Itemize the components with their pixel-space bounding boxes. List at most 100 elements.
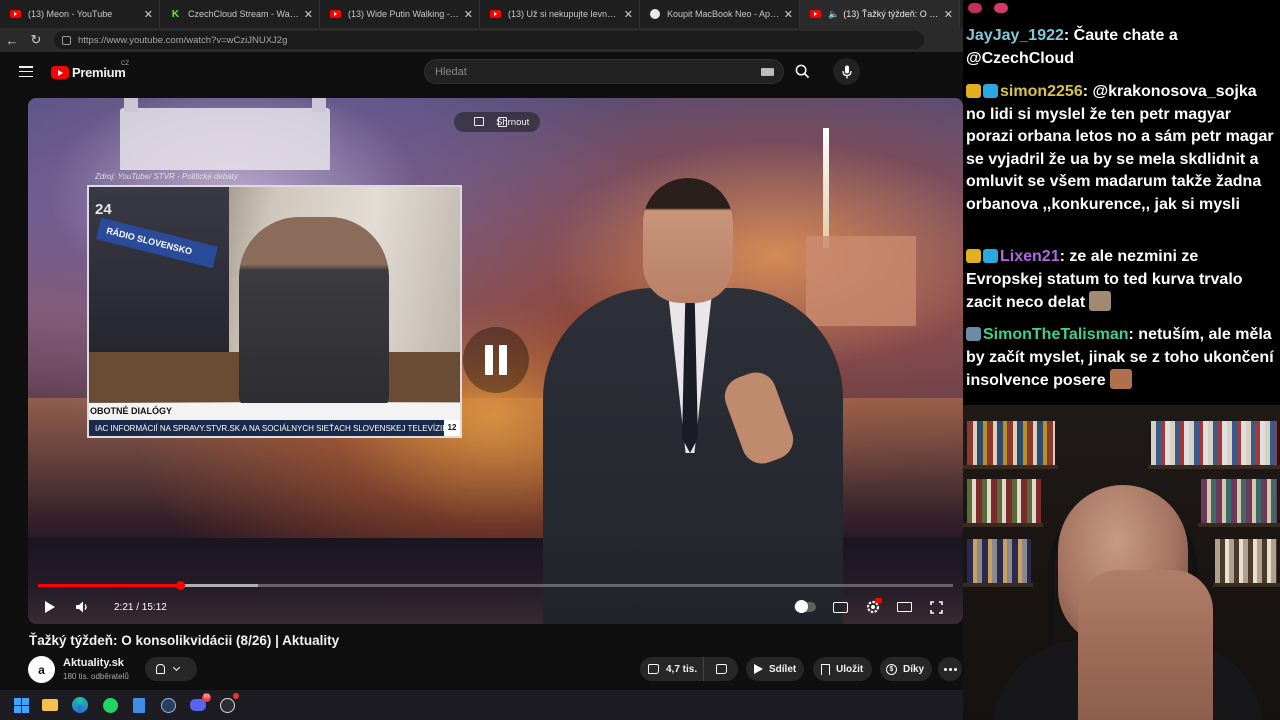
save-icon: [821, 663, 830, 675]
share-button[interactable]: Sdílet: [746, 657, 804, 681]
browser-tab[interactable]: K CzechCloud Stream - Watch Live o ✕: [160, 0, 320, 28]
emote-icon: [1109, 369, 1132, 389]
youtube-premium-logo[interactable]: Premium CZ: [51, 61, 129, 80]
obs-icon[interactable]: [217, 693, 239, 715]
site-info-icon[interactable]: [62, 35, 71, 45]
emote-icon: [1089, 291, 1112, 311]
tab-title: (13) Ťažký týždeň: O konsolik: [843, 9, 940, 19]
browser-tab-active[interactable]: 🔈 (13) Ťažký týždeň: O konsolik ✕: [800, 0, 960, 28]
pause-icon[interactable]: [463, 327, 529, 393]
edge-browser-icon[interactable]: [70, 695, 90, 715]
url-field[interactable]: https://www.youtube.com/watch?v=wCziJNUX…: [54, 31, 924, 49]
progress-bar[interactable]: [38, 581, 953, 590]
microphone-icon: [841, 65, 852, 78]
like-dislike-group: 4,7 tis.: [640, 657, 738, 681]
discord-notification-badge: 99: [202, 693, 211, 702]
video-player[interactable]: Zdroj: YouTube/ STVR - Politické debaty …: [28, 98, 963, 624]
chat-username[interactable]: JayJay_1922: [966, 27, 1064, 44]
windows-icon: [13, 697, 29, 713]
sub-badge-icon: [966, 327, 981, 341]
save-button[interactable]: Uložit: [813, 657, 872, 681]
player-controls: 2:21 / 15:12: [28, 590, 963, 624]
chat-username[interactable]: Lixen21: [1000, 248, 1060, 265]
tab-close-icon[interactable]: ✕: [784, 8, 793, 21]
browser-tab[interactable]: (13) Meon - YouTube ✕: [0, 0, 160, 28]
bell-icon: [156, 664, 165, 674]
spotify-icon[interactable]: [100, 695, 120, 715]
youtube-icon: [330, 10, 341, 18]
address-bar: ← ↻ https://www.youtube.com/watch?v=wCzi…: [0, 28, 963, 52]
browser-tab[interactable]: (13) Už si nekupujte levné Window ✕: [480, 0, 640, 28]
tab-title: (13) Wide Putin Walking - YouTube: [348, 9, 460, 19]
streamer-webcam: [963, 405, 1280, 720]
subscriber-count: 180 tis. odběratelů: [63, 672, 129, 681]
tab-close-icon[interactable]: ✕: [144, 8, 153, 21]
inset-lower-third: OBOTNÉ DIALÓGY IAC INFORMÁCIÍ NA SPRAVY.…: [89, 403, 460, 436]
emote-icon: [968, 3, 982, 13]
autoplay-toggle[interactable]: [794, 596, 816, 618]
gift-badge-icon: [983, 249, 998, 263]
search-input[interactable]: Hledat: [424, 59, 784, 84]
youtube-icon: [490, 10, 501, 18]
browser-tab[interactable]: (13) Wide Putin Walking - YouTube ✕: [320, 0, 480, 28]
youtube-icon: [10, 10, 21, 18]
tab-close-icon[interactable]: ✕: [624, 8, 633, 21]
thanks-button[interactable]: $ Díky: [880, 657, 932, 681]
fullscreen-icon[interactable]: [928, 596, 944, 618]
recording-indicator: [233, 693, 239, 699]
start-button[interactable]: [11, 695, 31, 715]
search-placeholder: Hledat: [435, 65, 467, 78]
inset-source-caption: Zdroj: YouTube/ STVR - Politické debaty: [95, 172, 238, 181]
tab-title: (13) Už si nekupujte levné Window: [508, 9, 620, 19]
channel-avatar[interactable]: a: [28, 656, 55, 683]
summary-button[interactable]: Shrnout: [454, 112, 540, 132]
tab-close-icon[interactable]: ✕: [304, 8, 313, 21]
dislike-button[interactable]: [704, 657, 738, 681]
kick-icon: K: [171, 8, 180, 20]
summary-icon: [498, 117, 507, 127]
play-button[interactable]: [42, 596, 58, 618]
tab-close-icon[interactable]: ✕: [464, 8, 473, 21]
url-text: https://www.youtube.com/watch?v=wCziJNUX…: [78, 34, 288, 46]
back-arrow-icon[interactable]: ←: [0, 28, 24, 52]
theater-mode-icon[interactable]: [896, 596, 912, 618]
keyboard-icon[interactable]: [761, 68, 774, 76]
youtube-logo-icon: [51, 66, 69, 79]
voice-search-button[interactable]: [833, 58, 860, 85]
chat-message: simon2256: @krakonosova_sojka no lidi si…: [966, 83, 1274, 213]
like-button[interactable]: 4,7 tis.: [640, 657, 704, 681]
chat-username[interactable]: simon2256: [1000, 83, 1083, 100]
subscribed-notifications-button[interactable]: [145, 657, 197, 681]
castle-backdrop: [120, 98, 330, 170]
chat-username[interactable]: SimonTheTalisman: [983, 326, 1129, 343]
inset-channel-logo: 24: [95, 201, 112, 218]
menu-icon[interactable]: [19, 66, 33, 77]
thumbs-up-icon: [648, 664, 659, 674]
apple-icon: [650, 9, 660, 19]
chat-message: JayJay_1922: Čaute chate a @CzechCloud: [966, 27, 1178, 67]
notepad-icon[interactable]: [129, 695, 149, 715]
volume-icon[interactable]: [76, 596, 90, 618]
search-icon: [795, 64, 809, 79]
emote-icon: [994, 3, 1009, 13]
progress-scrubber[interactable]: [175, 581, 185, 590]
reload-icon[interactable]: ↻: [24, 28, 48, 52]
tab-title: Koupit MacBook Neo - Apple (CZ): [667, 9, 780, 19]
speaker-icon[interactable]: 🔈: [828, 9, 839, 20]
file-explorer-icon[interactable]: [40, 695, 60, 715]
hd-badge: [875, 598, 882, 603]
share-icon: [754, 664, 763, 674]
search-button[interactable]: [785, 59, 819, 84]
time-display: 2:21 / 15:12: [114, 601, 167, 613]
tab-close-icon[interactable]: ✕: [944, 8, 953, 21]
discord-icon[interactable]: 99: [188, 693, 211, 715]
channel-name[interactable]: Aktuality.sk: [63, 657, 124, 669]
settings-gear-icon[interactable]: [864, 596, 882, 618]
browser-tab[interactable]: Koupit MacBook Neo - Apple (CZ) ✕: [640, 0, 800, 28]
thumbs-down-icon: [715, 664, 727, 674]
subtitles-icon[interactable]: [832, 596, 848, 618]
more-actions-button[interactable]: [938, 657, 962, 681]
inset-guest: [239, 217, 389, 407]
taskbar: 99: [0, 690, 963, 720]
steam-icon[interactable]: [158, 695, 178, 715]
